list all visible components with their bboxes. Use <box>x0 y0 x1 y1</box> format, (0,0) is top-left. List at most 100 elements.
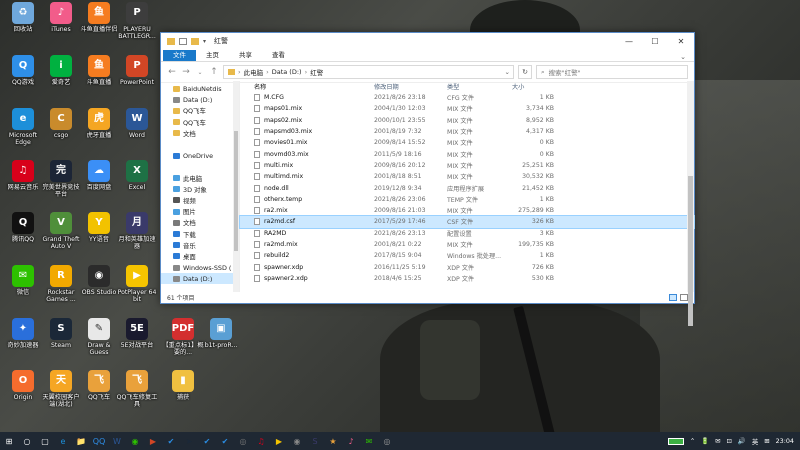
tab-view[interactable]: 查看 <box>262 50 295 61</box>
tray-icon[interactable]: 🔋 <box>701 437 709 445</box>
desktop-icon[interactable]: 虎虎牙直播 <box>78 108 120 139</box>
desktop-icon[interactable]: Q 腾讯QQ <box>2 212 44 243</box>
file-row[interactable]: spawner2.xdp 2018/4/6 15:25 XDP 文件 530 KB <box>240 273 694 284</box>
taskbar-app-icon[interactable]: ✔ <box>162 432 180 450</box>
desktop-icon[interactable]: ▶ PotPlayer 64 bit <box>116 265 158 304</box>
taskbar-app-icon[interactable]: e <box>54 432 72 450</box>
file-row[interactable]: spawner.xdp 2016/11/25 5:19 XDP 文件 726 KB <box>240 261 694 272</box>
taskbar-app-icon[interactable]: ♫ <box>252 432 270 450</box>
file-row[interactable]: ra2.mix 2009/8/16 21:03 MIX 文件 275,289 KB <box>240 205 694 216</box>
address-bar[interactable]: › 此电脑 › Data (D:) › 红警 ⌄ <box>223 65 514 79</box>
recent-dropdown-icon[interactable]: ⌄ <box>195 69 205 76</box>
taskbar-app-icon[interactable]: ◎ <box>234 432 252 450</box>
taskbar-app-icon[interactable]: S <box>306 432 324 450</box>
taskbar-app-icon[interactable]: 📁 <box>72 432 90 450</box>
search-input[interactable]: ⌕ 搜索"红警" <box>536 65 688 79</box>
close-button[interactable]: ✕ <box>668 37 694 46</box>
taskbar-app-icon[interactable]: ✔ <box>216 432 234 450</box>
desktop-icon[interactable]: Y YY语音 <box>78 212 120 243</box>
desktop-icon[interactable]: ▮ 捕获 <box>162 370 204 401</box>
taskbar-app-icon[interactable]: QQ <box>90 432 108 450</box>
tab-share[interactable]: 共享 <box>229 50 262 61</box>
column-type[interactable]: 类型 <box>447 82 512 91</box>
title-bar[interactable]: ▾ 红警 — ☐ ✕ <box>161 33 694 49</box>
desktop-icon[interactable]: S Steam <box>40 318 82 349</box>
nav-item[interactable]: Data (D:) <box>161 273 239 285</box>
nav-item[interactable]: BaiduNetdis <box>161 83 239 94</box>
breadcrumb-drive[interactable]: Data (D:) <box>272 68 302 76</box>
breadcrumb-folder[interactable]: 红警 <box>310 67 323 77</box>
desktop-icon[interactable]: ♫ 网易云音乐 <box>2 160 44 191</box>
desktop-icon[interactable]: 完完美世界竞技平台 <box>40 160 82 199</box>
nav-scrollbar[interactable] <box>233 81 239 292</box>
nav-item[interactable]: 音乐 <box>161 240 239 251</box>
file-row[interactable]: ra2md.csf 2017/5/29 17:46 CSF 文件 326 KB <box>239 215 695 229</box>
breadcrumb-this-pc[interactable]: 此电脑 <box>244 67 264 77</box>
tray-icon[interactable]: ⌃ <box>690 437 695 445</box>
desktop-icon[interactable]: e Microsoft Edge <box>2 108 44 147</box>
taskbar-app-icon[interactable]: ▶ <box>270 432 288 450</box>
tab-home[interactable]: 主页 <box>196 50 229 61</box>
file-row[interactable]: node.dll 2019/12/8 9:34 应用程序扩展 21,452 KB <box>240 182 694 193</box>
desktop-icon[interactable]: V Grand Theft Auto V <box>40 212 82 251</box>
column-name[interactable]: 名称 <box>240 82 374 91</box>
desktop-icon[interactable]: 天天翼校园客户端(湖北) <box>40 370 82 409</box>
file-row[interactable]: M.CFG 2021/8/26 23:18 CFG 文件 1 KB <box>240 92 694 103</box>
clock[interactable]: 23:04 <box>776 437 794 445</box>
up-icon[interactable]: ↑ <box>209 67 219 77</box>
nav-item[interactable]: OneDrive <box>161 150 239 161</box>
tray-icon[interactable]: ⊡ <box>727 437 732 445</box>
tray-icon[interactable]: ⊞ <box>764 437 769 445</box>
desktop-icon[interactable]: ♻ 回收站 <box>2 2 44 33</box>
nav-item[interactable]: 文档 <box>161 217 239 228</box>
nav-item[interactable]: Windows-SSD ( <box>161 262 239 273</box>
taskbar-app-icon[interactable]: ★ <box>324 432 342 450</box>
desktop-icon[interactable]: X Excel <box>116 160 158 191</box>
nav-item[interactable]: Data (D:) <box>161 94 239 105</box>
file-row[interactable]: mapsmd03.mix 2001/8/19 7:32 MIX 文件 4,317 KB <box>240 126 694 137</box>
taskbar-app-icon[interactable]: ✉ <box>360 432 378 450</box>
file-row[interactable]: maps02.mix 2000/10/1 23:55 MIX 文件 8,952 KB <box>240 115 694 126</box>
file-row[interactable]: multi.mix 2009/8/16 20:12 MIX 文件 25,251 KB <box>240 160 694 171</box>
large-icons-view-icon[interactable] <box>680 294 688 301</box>
tab-file[interactable]: 文件 <box>163 50 196 61</box>
nav-item[interactable]: 图片 <box>161 206 239 217</box>
desktop-icon[interactable]: ◉ OBS Studio <box>78 265 120 296</box>
desktop-icon[interactable]: P PowerPoint <box>116 55 158 86</box>
file-row[interactable]: movies01.mix 2009/8/14 15:52 MIX 文件 0 KB <box>240 137 694 148</box>
desktop-icon[interactable]: O Origin <box>2 370 44 401</box>
nav-item[interactable]: 视频 <box>161 195 239 206</box>
maximize-button[interactable]: ☐ <box>642 37 668 46</box>
desktop-icon[interactable]: 鱼斗鱼直播伴侣 <box>78 2 120 33</box>
file-row[interactable]: rebuild2 2017/8/15 9:04 Windows 批处理... 1 KB <box>240 250 694 261</box>
task-view-icon[interactable]: ▢ <box>36 432 54 450</box>
search-icon[interactable]: ○ <box>18 432 36 450</box>
taskbar-app-icon[interactable]: ◎ <box>378 432 396 450</box>
refresh-icon[interactable]: ↻ <box>518 65 532 79</box>
path-dropdown-icon[interactable]: ⌄ <box>505 68 513 76</box>
tray-icon[interactable]: 英 <box>752 437 758 446</box>
tray-icon[interactable]: ✉ <box>715 437 720 445</box>
nav-item[interactable]: QQ飞车 <box>161 117 239 128</box>
desktop-icon[interactable]: ☁ 百度网盘 <box>78 160 120 191</box>
taskbar-app-icon[interactable]: ◉ <box>288 432 306 450</box>
nav-item[interactable]: 此电脑 <box>161 173 239 184</box>
nav-item[interactable]: 3D 对象 <box>161 184 239 195</box>
desktop-icon[interactable]: 5E 5E对战平台 <box>116 318 158 349</box>
file-list-scrollbar[interactable] <box>687 81 694 326</box>
nav-scrollbar-thumb[interactable] <box>234 131 238 251</box>
nav-item[interactable]: QQ飞车 <box>161 105 239 116</box>
tray-icon[interactable]: 🔊 <box>738 437 746 445</box>
column-date[interactable]: 修改日期 <box>374 82 447 91</box>
checkbox-icon[interactable] <box>179 37 187 45</box>
nav-item[interactable]: 文档 <box>161 128 239 139</box>
dropdown-icon[interactable]: ▾ <box>203 38 206 45</box>
start-button[interactable]: ⊞ <box>0 432 18 450</box>
desktop-icon[interactable]: i 爱奇艺 <box>40 55 82 86</box>
taskbar-app-icon[interactable]: ♪ <box>342 432 360 450</box>
file-row[interactable]: maps01.mix 2004/1/30 12:03 MIX 文件 3,734 KB <box>240 103 694 114</box>
new-folder-icon[interactable] <box>191 37 199 45</box>
desktop-icon[interactable]: ✎ Draw & Guess <box>78 318 120 357</box>
desktop-icon[interactable]: R Rockstar Games ... <box>40 265 82 304</box>
desktop-icon[interactable]: ♪ iTunes <box>40 2 82 33</box>
